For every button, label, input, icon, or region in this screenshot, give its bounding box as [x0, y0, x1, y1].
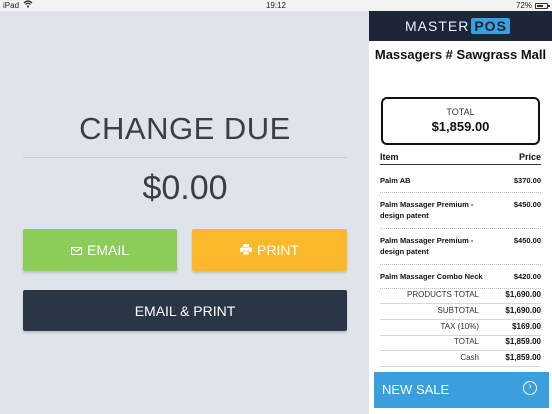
- print-button-label: PRINT: [257, 242, 299, 258]
- status-bar: iPad 19:12 72%: [0, 0, 552, 11]
- line-item: Palm Massager Premium - design patent $4…: [380, 194, 541, 229]
- email-and-print-button-label: EMAIL & PRINT: [134, 302, 236, 319]
- summary-label: Cash: [460, 353, 479, 362]
- battery-percent: 72%: [515, 1, 532, 10]
- summary-value: $169.00: [512, 322, 541, 331]
- line-item-name: Palm Massager Premium - design patent: [380, 200, 474, 220]
- total-box: TOTAL $1,859.00: [381, 97, 540, 145]
- chevron-right-icon: ›: [523, 381, 537, 395]
- email-button[interactable]: EMAIL: [23, 229, 177, 271]
- summary-row: Cash $1,859.00: [380, 350, 541, 367]
- summary-value: $1,690.00: [505, 290, 541, 299]
- change-due-title: CHANGE DUE: [79, 111, 291, 146]
- logo-bar: MASTER POS: [369, 11, 552, 41]
- summary-row: SUBTOTAL $1,690.00: [380, 303, 541, 320]
- store-name: Massagers # Sawgrass Mall: [374, 47, 547, 62]
- summary-label: TOTAL: [453, 337, 479, 346]
- total-box-label: TOTAL: [446, 107, 475, 117]
- price-column-header: Price: [518, 152, 541, 162]
- summary-value: $1,859.00: [505, 353, 541, 362]
- line-item-name: Palm AB: [380, 176, 411, 185]
- line-item: Palm Massager Combo Neck $420.00: [380, 266, 541, 289]
- logo-text-master: MASTER: [405, 18, 470, 34]
- envelope-icon: [70, 242, 82, 258]
- print-button[interactable]: PRINT: [192, 229, 347, 271]
- summary-label: TAX (10%): [440, 322, 479, 331]
- divider: [23, 157, 347, 158]
- item-column-header: Item: [380, 152, 399, 162]
- line-item: Palm Massager Premium - design patent $4…: [380, 230, 541, 265]
- status-time: 19:12: [265, 1, 287, 10]
- items-header: Item Price: [380, 152, 541, 165]
- email-button-label: EMAIL: [86, 242, 129, 258]
- total-box-amount: $1,859.00: [431, 119, 490, 134]
- receipt-panel: MASTER POS Massagers # Sawgrass Mall TOT…: [369, 11, 552, 414]
- new-sale-button[interactable]: NEW SALE ›: [374, 372, 549, 408]
- logo-text-pos: POS: [471, 18, 510, 34]
- summary-value: $1,690.00: [505, 306, 541, 315]
- change-due-amount: $0.00: [142, 169, 228, 207]
- summary-label: PRODUCTS TOTAL: [406, 290, 479, 299]
- masterpos-logo: MASTER POS: [405, 17, 510, 35]
- new-sale-label: NEW SALE: [382, 382, 450, 397]
- line-item-price: $370.00: [513, 176, 541, 185]
- line-item-price: $450.00: [513, 236, 541, 245]
- change-due-area: CHANGE DUE $0.00 EMAIL PRINT EMAIL & PRI…: [0, 11, 369, 414]
- battery-icon: [535, 2, 550, 9]
- email-and-print-button[interactable]: EMAIL & PRINT: [23, 290, 347, 331]
- line-item-name: Palm Massager Premium - design patent: [380, 236, 474, 256]
- printer-icon: [240, 242, 252, 258]
- summary-row: TOTAL $1,859.00: [380, 334, 541, 351]
- summary-row: PRODUCTS TOTAL $1,690.00: [380, 287, 541, 304]
- line-item-price: $420.00: [513, 272, 541, 281]
- summary-value: $1,859.00: [505, 337, 541, 346]
- line-item-name: Palm Massager Combo Neck: [380, 272, 483, 281]
- line-item: Palm AB $370.00: [380, 170, 541, 193]
- summary-label: SUBTOTAL: [437, 306, 480, 315]
- line-item-price: $450.00: [513, 200, 541, 209]
